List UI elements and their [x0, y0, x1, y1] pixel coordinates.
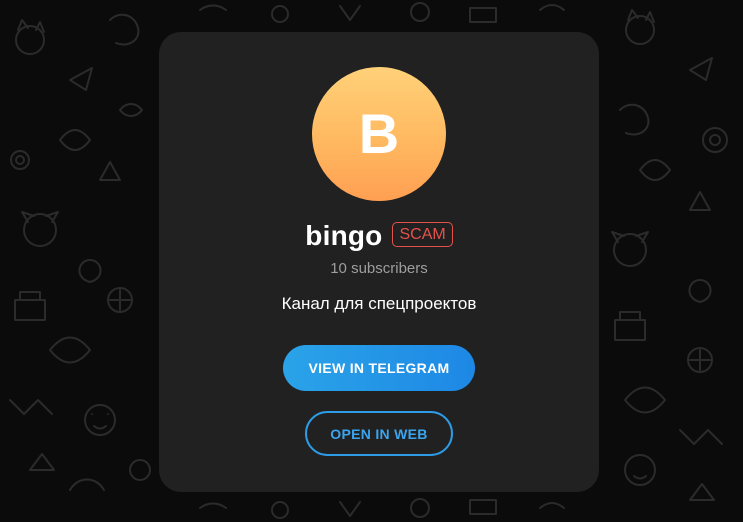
- channel-card: B bingo SCAM 10 subscribers Канал для сп…: [159, 32, 599, 492]
- avatar-letter: B: [358, 102, 400, 165]
- open-in-web-button[interactable]: OPEN IN WEB: [305, 411, 453, 456]
- channel-description: Канал для спецпроектов: [281, 294, 477, 313]
- scam-badge: SCAM: [392, 221, 453, 247]
- channel-avatar: B: [312, 67, 446, 201]
- view-in-telegram-button[interactable]: VIEW IN TELEGRAM: [283, 345, 475, 391]
- channel-name: bingo: [305, 220, 383, 251]
- channel-title-row: bingo SCAM: [159, 218, 599, 254]
- subscriber-count: 10 subscribers: [330, 260, 428, 277]
